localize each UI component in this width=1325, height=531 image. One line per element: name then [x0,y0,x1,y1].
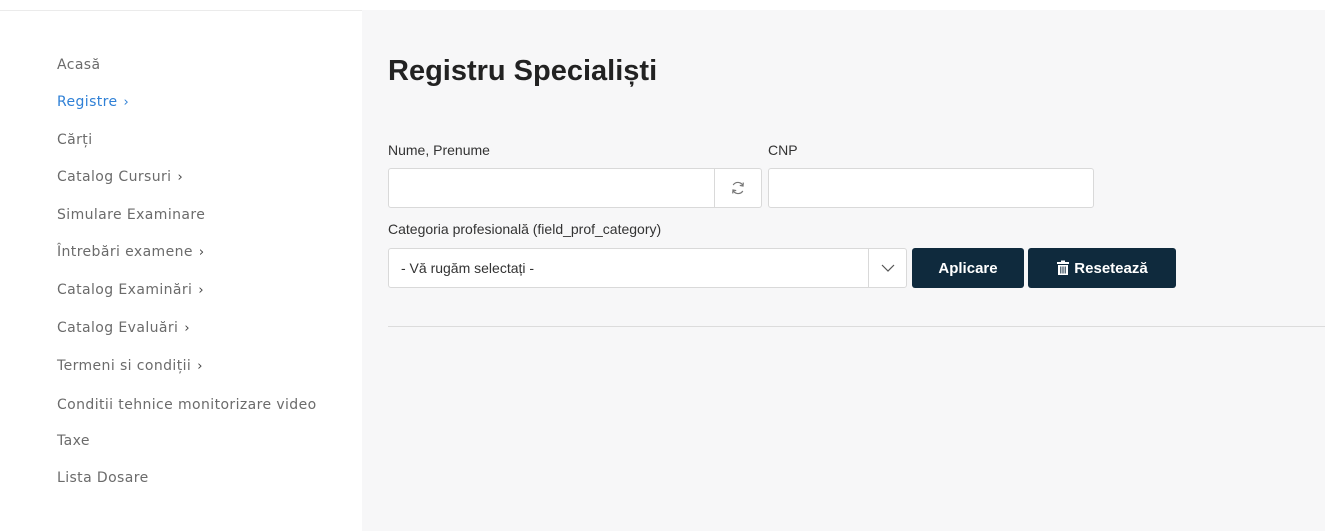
sidebar-item-intrebari-examene[interactable]: Întrebări examene › [57,242,347,263]
cnp-input[interactable] [768,168,1094,208]
sidebar-item-conditii-tehnice[interactable]: Conditii tehnice monitorizare video [57,394,347,416]
page-title: Registru Specialiști [388,55,658,87]
sidebar-divider [0,10,362,11]
reset-button[interactable]: Resetează [1028,248,1176,288]
sidebar-item-acasa[interactable]: Acasă [57,55,347,75]
sidebar-item-registre[interactable]: Registre › [57,92,347,113]
category-selected-value: - Vă rugăm selectați - [401,260,535,276]
refresh-button[interactable] [715,168,762,208]
sidebar: Acasă Registre › Cărți Catalog Cursuri › S… [0,0,362,531]
chevron-right-icon: › [197,359,203,374]
sidebar-item-catalog-evaluari[interactable]: Catalog Evaluări › [57,318,347,339]
reset-button-label: Resetează [1074,259,1148,277]
chevron-right-icon: › [184,321,190,336]
sidebar-item-carti[interactable]: Cărți [57,130,347,150]
chevron-right-icon: › [198,283,204,298]
sidebar-item-catalog-examinari[interactable]: Catalog Examinări › [57,280,347,301]
sidebar-item-catalog-cursuri[interactable]: Catalog Cursuri › [57,167,347,188]
sidebar-item-simulare-examinare[interactable]: Simulare Examinare [57,205,347,225]
refresh-icon [732,181,744,195]
chevron-right-icon: › [198,245,205,260]
name-input[interactable] [388,168,715,208]
content-divider [388,326,1325,327]
trash-icon [1057,260,1070,275]
name-label: Nume, Prenume [388,142,490,158]
category-label: Categoria profesională (field_prof_categ… [388,221,662,237]
category-select[interactable]: - Vă rugăm selectați - [388,248,907,288]
chevron-right-icon: › [177,170,184,185]
sidebar-item-termeni-si-conditii[interactable]: Termeni si condiții › [57,356,347,377]
main-content: Registru Specialiști Nume, Prenume CNP C… [362,10,1325,531]
apply-button-label: Aplicare [938,259,998,277]
apply-button[interactable]: Aplicare [912,248,1024,288]
sidebar-item-lista-dosare[interactable]: Lista Dosare [57,468,347,488]
cnp-label: CNP [768,142,798,158]
chevron-down-icon [868,249,906,287]
sidebar-item-taxe[interactable]: Taxe [57,431,347,451]
chevron-right-icon: › [123,95,130,110]
sidebar-nav: Acasă Registre › Cărți Catalog Cursuri › S… [57,55,347,505]
